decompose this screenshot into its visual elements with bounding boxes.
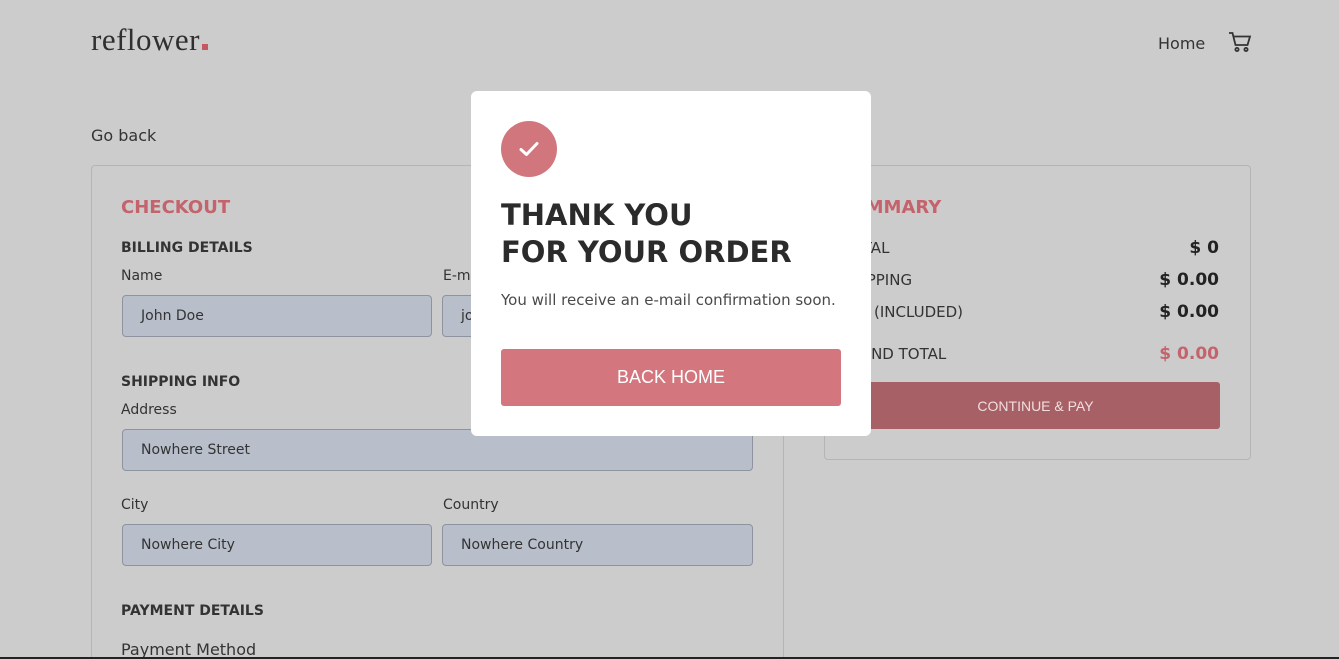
shipping-info-title: SHIPPING INFO xyxy=(121,374,241,390)
order-confirmation-modal: THANK YOU FOR YOUR ORDER You will receiv… xyxy=(471,91,871,436)
brand-dot xyxy=(202,44,208,50)
grand-total-value: $ 0.00 xyxy=(1159,344,1219,364)
city-field[interactable]: Nowhere City xyxy=(122,524,432,566)
email-label: E-mail xyxy=(443,268,471,284)
name-label: Name xyxy=(121,268,163,284)
total-value: $ 0 xyxy=(1189,238,1219,258)
country-label: Country xyxy=(443,497,499,513)
nav-home-link[interactable]: Home xyxy=(1158,34,1205,53)
vat-value: $ 0.00 xyxy=(1159,302,1219,322)
brand-name: reflower xyxy=(91,22,200,57)
billing-details-title: BILLING DETAILS xyxy=(121,240,253,256)
page: reflower Home Go back CHECKOUT BILLING D… xyxy=(0,0,1339,659)
modal-title-line2: FOR YOUR ORDER xyxy=(501,235,792,269)
modal-title-line1: THANK YOU xyxy=(501,198,693,232)
shipping-value: $ 0.00 xyxy=(1159,270,1219,290)
name-field[interactable]: John Doe xyxy=(122,295,432,337)
payment-details-title: PAYMENT DETAILS xyxy=(121,603,264,619)
modal-message: You will receive an e-mail confirmation … xyxy=(501,291,836,309)
modal-title: THANK YOU FOR YOUR ORDER xyxy=(501,197,841,271)
brand-logo[interactable]: reflower xyxy=(91,22,208,58)
check-icon xyxy=(501,121,557,177)
cart-icon[interactable] xyxy=(1228,31,1252,53)
checkout-title: CHECKOUT xyxy=(121,197,231,218)
address-label: Address xyxy=(121,402,177,418)
country-field[interactable]: Nowhere Country xyxy=(442,524,753,566)
back-home-button[interactable]: BACK HOME xyxy=(501,349,841,406)
city-label: City xyxy=(121,497,149,513)
go-back-link[interactable]: Go back xyxy=(91,126,156,145)
continue-pay-button[interactable]: CONTINUE & PAY xyxy=(851,382,1220,429)
